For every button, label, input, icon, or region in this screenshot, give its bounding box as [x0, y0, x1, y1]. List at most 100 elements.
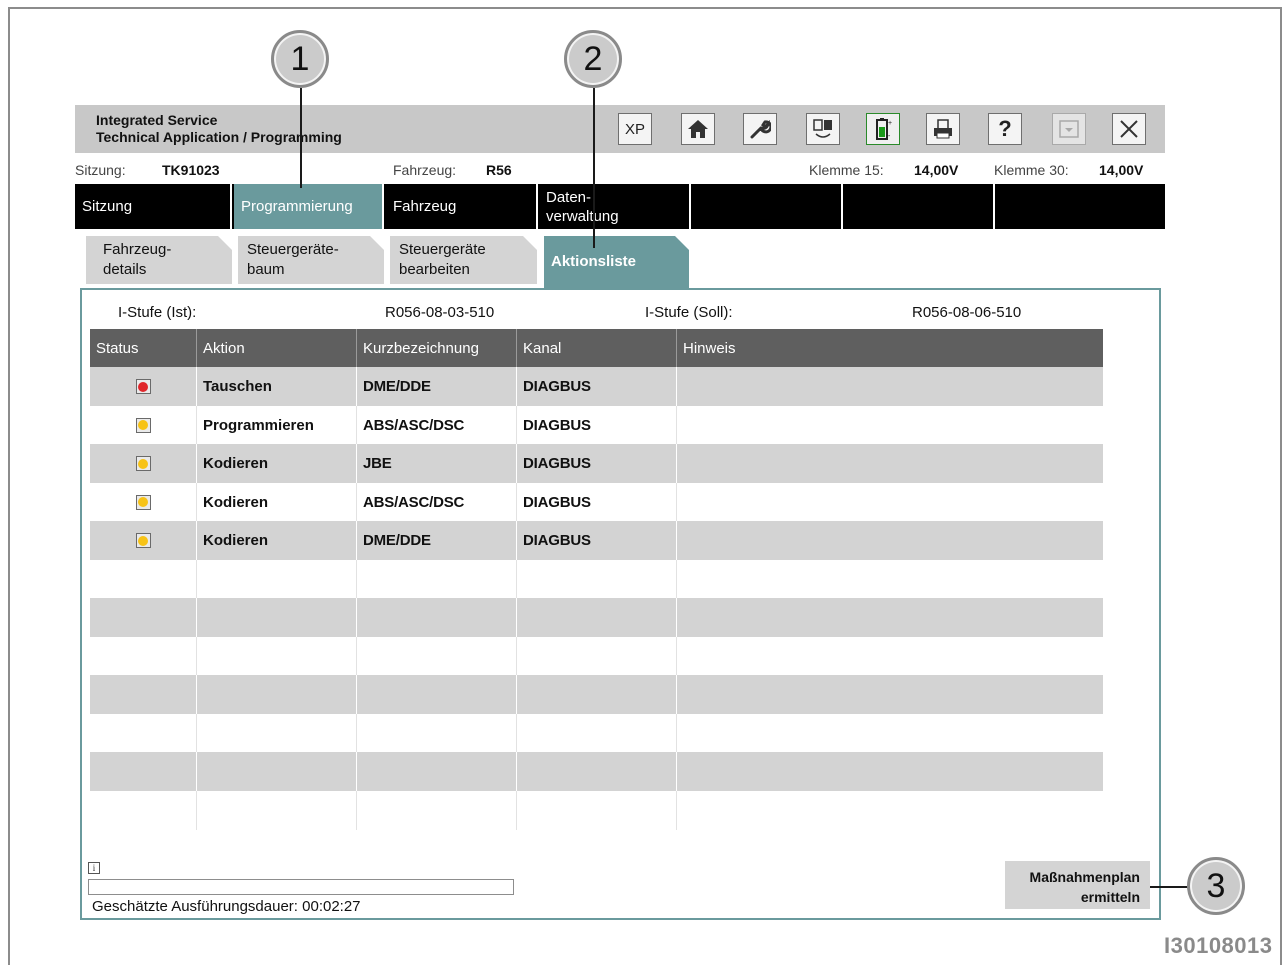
nav-fahrzeug-label: Fahrzeug [393, 198, 457, 215]
istufe-soll-label: I-Stufe (Soll): [645, 304, 733, 321]
aktion-cell: Tauschen [197, 367, 357, 406]
duration-value: 00:02:27 [302, 898, 361, 915]
status-cell [90, 675, 197, 714]
kurzbezeichnung-cell [357, 559, 517, 599]
tab-fahrzeugdetails-line2: details [103, 261, 147, 278]
kurzbezeichnung-cell [357, 790, 517, 830]
tab-steuergeraetebaum[interactable]: Steuergeräte- baum [238, 236, 384, 284]
kurzbezeichnung-cell [357, 752, 517, 791]
service-button[interactable] [743, 113, 777, 145]
progress-bar [88, 879, 514, 895]
hinweis-cell [677, 752, 1103, 791]
table-row[interactable]: Kodieren DME/DDE DIAGBUS [90, 521, 1103, 560]
close-icon [1120, 120, 1138, 138]
measure-icon [813, 119, 832, 138]
istufe-ist-label: I-Stufe (Ist): [118, 304, 197, 321]
battery-button[interactable]: + - [866, 113, 900, 145]
nav-datenverwaltung-line1: Daten- [546, 189, 592, 206]
kanal-cell [517, 598, 677, 637]
close-button[interactable] [1112, 113, 1146, 145]
info-icon[interactable]: i [88, 862, 100, 874]
nav-empty-3[interactable] [995, 184, 1165, 229]
nav-programmierung[interactable]: Programmierung [234, 184, 384, 229]
print-button[interactable] [926, 113, 960, 145]
tab-aktionsliste[interactable]: Aktionsliste [544, 236, 689, 288]
kanal-cell [517, 559, 677, 599]
table-row[interactable] [90, 636, 1103, 676]
measure-button[interactable] [806, 113, 840, 145]
tab-fahrzeugdetails[interactable]: Fahrzeug- details [86, 236, 232, 284]
callout-3: 3 [1187, 857, 1245, 915]
aktion-cell [197, 675, 357, 714]
sitzung-label: Sitzung: [75, 162, 126, 178]
table-row[interactable]: Kodieren JBE DIAGBUS [90, 444, 1103, 483]
table-row[interactable] [90, 675, 1103, 714]
nav-datenverwaltung[interactable]: Daten- verwaltung [538, 184, 691, 229]
header-hinweis[interactable]: Hinweis [677, 329, 1103, 368]
header-kurzbezeichnung[interactable]: Kurzbezeichnung [357, 329, 517, 368]
kurzbezeichnung-cell [357, 598, 517, 637]
minimize-button[interactable] [1052, 113, 1086, 145]
title-bar: Integrated Service Technical Application… [75, 105, 1165, 153]
main-navigation: Sitzung Programmierung Fahrzeug Daten- v… [75, 184, 1165, 229]
kanal-cell [517, 752, 677, 791]
nav-programmierung-label: Programmierung [241, 198, 353, 215]
aktion-cell: Programmieren [197, 405, 357, 445]
table-row[interactable]: Tauschen DME/DDE DIAGBUS [90, 367, 1103, 406]
help-button[interactable]: ? [988, 113, 1022, 145]
table-row[interactable] [90, 752, 1103, 791]
massnahmenplan-button[interactable]: Maßnahmenplan ermitteln [1005, 861, 1150, 909]
hinweis-cell [677, 675, 1103, 714]
table-header: Status Aktion Kurzbezeichnung Kanal Hinw… [90, 329, 1103, 368]
svg-text:+: + [888, 120, 892, 127]
nav-empty-2[interactable] [843, 184, 995, 229]
table-row[interactable]: Programmieren ABS/ASC/DSC DIAGBUS [90, 405, 1103, 445]
fahrzeug-label: Fahrzeug: [393, 162, 457, 178]
hinweis-cell [677, 444, 1103, 483]
kanal-cell: DIAGBUS [517, 444, 677, 483]
aktion-cell [197, 598, 357, 637]
klemme15-label: Klemme 15: [809, 162, 884, 178]
table-row[interactable] [90, 713, 1103, 753]
tab-steuergeraetebaum-line2: baum [247, 261, 285, 278]
status-cell [90, 790, 197, 830]
home-icon [688, 120, 708, 138]
status-cell [90, 559, 197, 599]
home-button[interactable] [681, 113, 715, 145]
status-red-icon [135, 379, 151, 394]
header-status[interactable]: Status [90, 329, 197, 368]
massnahmenplan-button-line1: Maßnahmenplan [1029, 869, 1140, 885]
minimize-icon [1059, 120, 1079, 138]
table-row[interactable] [90, 598, 1103, 637]
nav-sitzung[interactable]: Sitzung [75, 184, 232, 229]
kanal-cell: DIAGBUS [517, 367, 677, 406]
nav-empty-1[interactable] [691, 184, 843, 229]
xp-button[interactable]: XP [618, 113, 652, 145]
kanal-cell [517, 636, 677, 676]
hinweis-cell [677, 714, 1103, 753]
figure-id: I30108013 [1164, 933, 1273, 958]
klemme30-value: 14,00V [1099, 162, 1144, 178]
table-row[interactable]: Kodieren ABS/ASC/DSC DIAGBUS [90, 482, 1103, 522]
kanal-cell: DIAGBUS [517, 521, 677, 560]
kurzbezeichnung-cell: JBE [357, 444, 517, 483]
nav-fahrzeug[interactable]: Fahrzeug [386, 184, 538, 229]
status-cell [90, 598, 197, 637]
hinweis-cell [677, 791, 1103, 830]
tab-steuergeraete-bearbeiten[interactable]: Steuergeräte bearbeiten [390, 236, 537, 284]
hinweis-cell [677, 483, 1103, 522]
header-kanal[interactable]: Kanal [517, 329, 677, 368]
aktion-cell [197, 559, 357, 599]
table-row[interactable] [90, 790, 1103, 830]
klemme30-label: Klemme 30: [994, 162, 1069, 178]
hinweis-cell [677, 637, 1103, 676]
kurzbezeichnung-cell: ABS/ASC/DSC [357, 405, 517, 445]
kanal-cell: DIAGBUS [517, 482, 677, 522]
table-row[interactable] [90, 559, 1103, 599]
status-cell [90, 405, 197, 445]
hinweis-cell [677, 521, 1103, 560]
hinweis-cell [677, 367, 1103, 406]
kurzbezeichnung-cell: ABS/ASC/DSC [357, 482, 517, 522]
header-aktion[interactable]: Aktion [197, 329, 357, 368]
aktion-cell: Kodieren [197, 444, 357, 483]
